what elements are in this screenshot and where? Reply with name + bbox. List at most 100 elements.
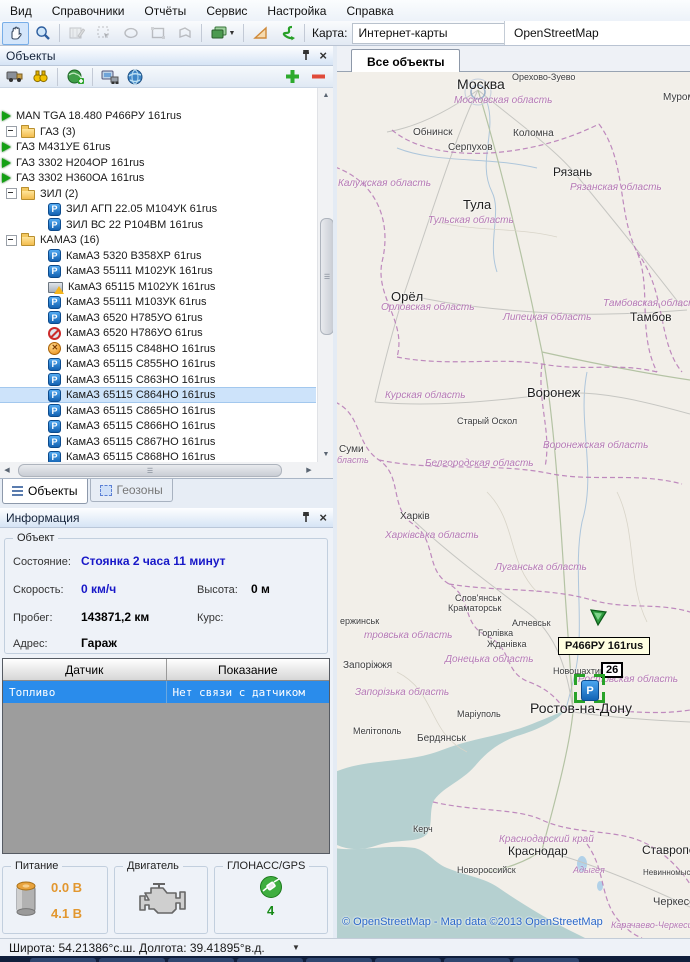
tree-item-label: КамАЗ 55111 М103УК 61rus — [66, 296, 207, 308]
chevron-down-icon[interactable]: ▼ — [229, 30, 236, 37]
tab-geozones[interactable]: Геозоны — [90, 479, 173, 502]
map-region-label: Луганська область — [495, 562, 587, 573]
menu-item[interactable]: Сервис — [196, 1, 257, 21]
tree-item[interactable]: КамАЗ 6520 Н786УО 61rus — [0, 325, 316, 341]
chevron-down-icon[interactable]: ▼ — [292, 943, 300, 952]
menu-item[interactable]: Отчёты — [134, 1, 196, 21]
tree-expander-icon[interactable] — [6, 126, 17, 137]
tree-item[interactable]: P ЗИЛ ВС 22 Р104ВМ 161rus — [0, 217, 316, 233]
globe-add-icon[interactable] — [64, 67, 86, 86]
tree-item[interactable]: MAN TGA 18.480 Р466РУ 161rus — [0, 108, 316, 124]
tree-item[interactable]: PКамАЗ 65115 С855НО 161rus — [0, 356, 316, 372]
tree-vertical-scrollbar[interactable]: ▲ ☰ ▼ — [317, 88, 333, 462]
tree-item-label: ЗИЛ (2) — [40, 188, 78, 200]
tree-item[interactable]: PКамАЗ 65115 С863НО 161rus — [0, 372, 316, 388]
sensors-table-header: ДатчикПоказание — [3, 659, 329, 681]
power-title: Питание — [11, 860, 62, 872]
tree-item[interactable]: PКамАЗ 65115 С867НО 161rus — [0, 434, 316, 450]
pin-icon[interactable] — [301, 50, 311, 61]
sensor-column-header[interactable]: Датчик — [3, 659, 167, 680]
tree-item[interactable]: PКамАЗ 65115 С866НО 161rus — [0, 418, 316, 434]
scroll-thumb[interactable]: ☰ — [320, 218, 333, 335]
tree-item[interactable]: ГАЗ М431УЕ 61rus — [0, 139, 316, 155]
tree-item[interactable]: КамАЗ 65115 М102УК 161rus — [0, 279, 316, 295]
tree-item[interactable]: PКамАЗ 65115 С868НО 161rus — [0, 449, 316, 463]
menu-item[interactable]: Настройка — [257, 1, 336, 21]
state-label: Состояние: — [13, 556, 71, 568]
map-region-label: Курская область — [385, 390, 466, 401]
layers-icon[interactable]: ▼ — [205, 22, 240, 45]
tree-item-label: MAN TGA 18.480 Р466РУ 161rus — [16, 110, 182, 122]
parking-icon: P — [48, 358, 61, 371]
scroll-thumb[interactable]: ☰ — [18, 464, 282, 477]
vehicle-arrow-marker[interactable] — [589, 608, 608, 627]
scroll-down-icon[interactable]: ▼ — [318, 447, 333, 462]
tree-item[interactable]: ГАЗ 3302 Н204ОР 161rus — [0, 155, 316, 171]
zoom-magnifier-icon[interactable] — [29, 22, 56, 45]
map-region-label: Тульская область — [428, 215, 514, 226]
menu-item[interactable]: Справка — [336, 1, 403, 21]
tree-item-label: КамАЗ 6520 Н785УО 61rus — [66, 312, 203, 324]
sensor-row[interactable]: ТопливоНет связи с датчиком — [3, 681, 329, 703]
measure-triangle-icon[interactable] — [247, 22, 274, 45]
tree-expander-icon[interactable] — [6, 188, 17, 199]
tab-objects[interactable]: Объекты — [2, 479, 88, 504]
map-view[interactable]: МоскваОрехово-ЗуевоМуромОбнинскКоломнаСе… — [337, 72, 690, 938]
tree-item[interactable]: КАМАЗ (16) — [0, 232, 316, 248]
close-icon[interactable]: × — [319, 513, 327, 523]
pin-icon[interactable] — [301, 512, 311, 523]
tree-item[interactable]: КамАЗ 65115 С848НО 161rus — [0, 341, 316, 357]
scroll-left-icon[interactable]: ◀ — [0, 462, 14, 477]
map-city-label: Рязань — [553, 165, 592, 179]
satellite-icon — [259, 875, 283, 899]
parking-icon: P — [48, 218, 61, 231]
parking-icon: P — [48, 420, 61, 433]
binoculars-icon[interactable] — [29, 67, 51, 86]
tree-item[interactable]: PКамАЗ 6520 Н785УО 61rus — [0, 310, 316, 326]
scroll-up-icon[interactable]: ▲ — [318, 88, 333, 103]
add-object-button[interactable] — [281, 67, 303, 86]
tree-item-selected[interactable]: PКамАЗ 65115 С864НО 161rus — [0, 387, 316, 403]
menu-item[interactable]: Вид — [0, 1, 42, 21]
map-city-label: Воронеж — [527, 385, 580, 400]
geozone-icon — [100, 485, 112, 496]
route-icon[interactable] — [274, 22, 301, 45]
pan-hand-icon[interactable] — [2, 22, 29, 45]
tree-item[interactable]: PЗИЛ АГП 22.05 М104УК 61rus — [0, 201, 316, 217]
map-region-label: Запорізька область — [355, 687, 449, 698]
parked-vehicle-marker[interactable]: P — [581, 680, 599, 701]
tree-item[interactable]: ГАЗ (3) — [0, 124, 316, 140]
course-label: Курс: — [197, 612, 223, 624]
scroll-right-icon[interactable]: ▶ — [302, 462, 316, 477]
engine-icon — [135, 881, 187, 917]
sensor-column-header[interactable]: Показание — [167, 659, 330, 680]
tree-item-label: ГАЗ 3302 Н360ОА 161rus — [16, 172, 144, 184]
tree-item[interactable]: PКамАЗ 5320 В358ХР 61rus — [0, 248, 316, 264]
tree-item[interactable]: PКамАЗ 55111 М102УК 161rus — [0, 263, 316, 279]
remove-object-button[interactable] — [307, 67, 329, 86]
tree-item-label: ЗИЛ ВС 22 Р104ВМ 161rus — [66, 219, 203, 231]
map-region-label: Донецька область — [445, 654, 533, 665]
parking-icon: P — [48, 265, 61, 278]
main-toolbar: ▼ Карта: Интернет-карты ▼ OpenStreetMap — [0, 21, 690, 46]
no-signal-icon — [48, 327, 61, 340]
globe-icon[interactable] — [124, 67, 146, 86]
truck-icon[interactable] — [4, 67, 26, 86]
map-region-label: Липецкая область — [503, 312, 591, 323]
arrow-icon — [2, 173, 11, 183]
tree-horizontal-scrollbar[interactable]: ◀ ☰ ▶ — [0, 462, 333, 479]
toolbar-separator — [201, 24, 202, 42]
tree-item-label: ЗИЛ АГП 22.05 М104УК 61rus — [66, 203, 217, 215]
menu-item[interactable]: Справочники — [42, 1, 135, 21]
tree-item[interactable]: ЗИЛ (2) — [0, 186, 316, 202]
close-icon[interactable]: × — [319, 51, 327, 61]
map-provider-field[interactable]: OpenStreetMap — [504, 21, 690, 45]
tree-expander-icon[interactable] — [6, 235, 17, 246]
truck-monitor-icon[interactable] — [99, 67, 121, 86]
parking-icon: P — [48, 389, 61, 402]
tree-item[interactable]: ГАЗ 3302 Н360ОА 161rus — [0, 170, 316, 186]
tree-item[interactable]: PКамАЗ 65115 С865НО 161rus — [0, 403, 316, 419]
tab-all-objects[interactable]: Все объекты — [351, 49, 460, 73]
parking-icon: P — [48, 435, 61, 448]
tree-item[interactable]: PКамАЗ 55111 М103УК 61rus — [0, 294, 316, 310]
